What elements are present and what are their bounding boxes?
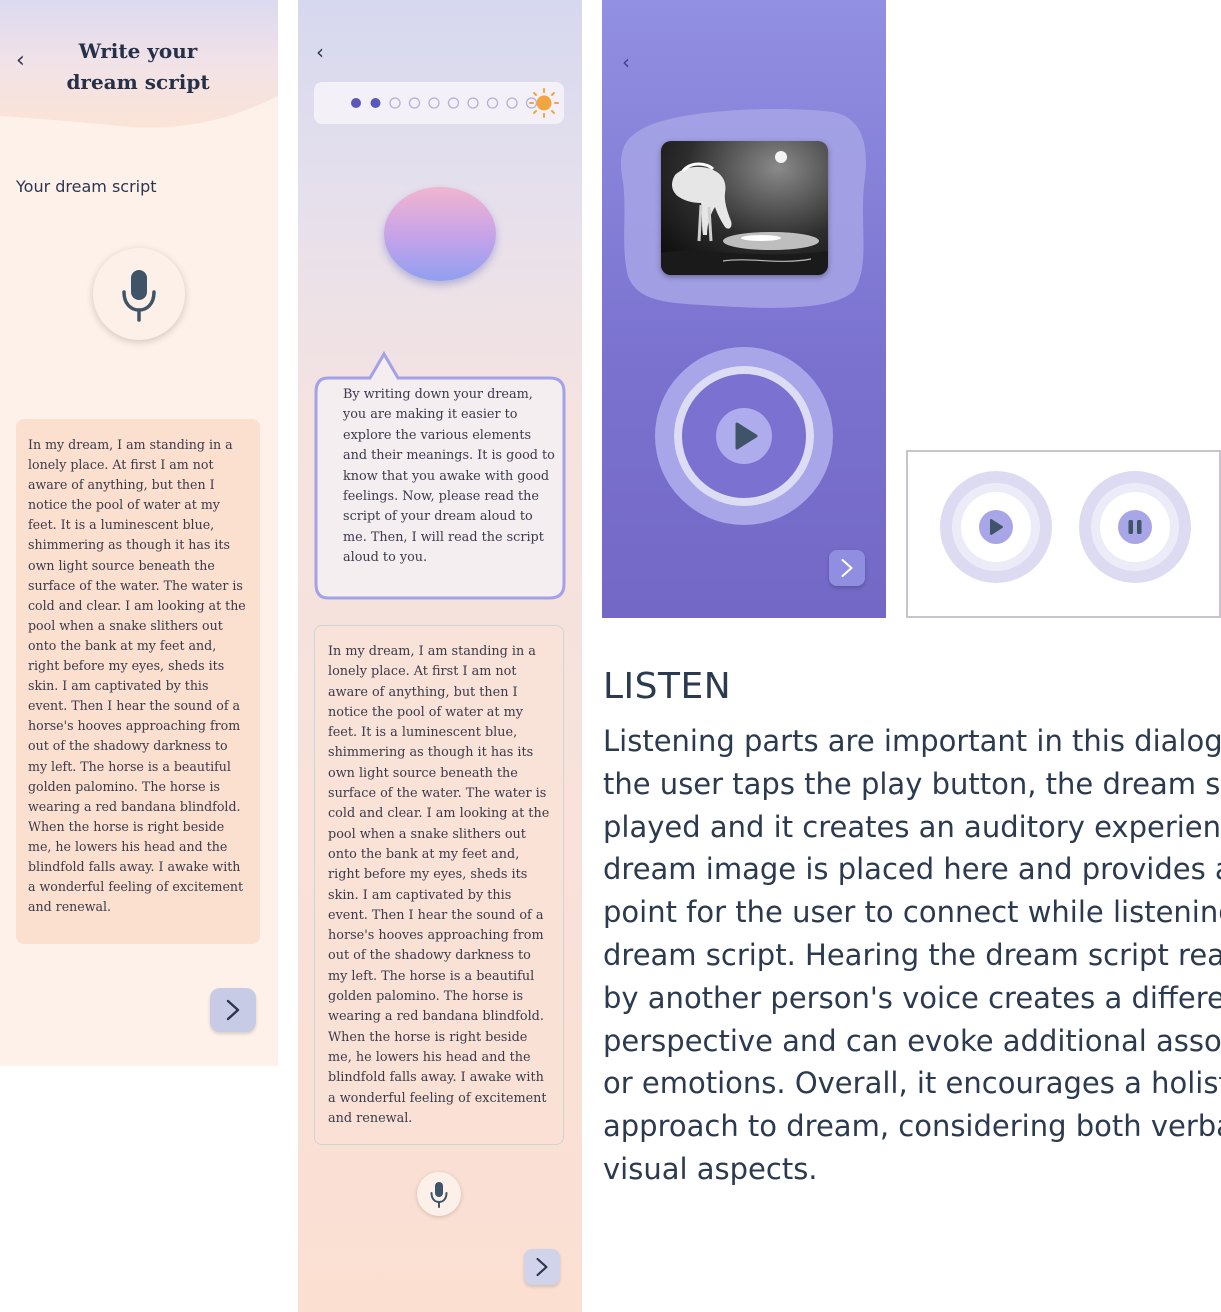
next-button[interactable] [210,988,256,1032]
progress-bar [314,82,564,124]
pause-state-button[interactable] [1078,470,1192,584]
progress-dot-empty [428,97,440,109]
progress-dot-filled [370,98,381,108]
read-aloud-screen: ‹ By writing down your dream, you are ma… [298,0,582,1312]
progress-dot-empty [408,97,421,109]
page-title: Write your dream script [66,39,210,94]
write-script-screen: ‹ Write your dream script Your dream scr… [0,0,278,1066]
next-button[interactable] [524,1249,560,1285]
sun-icon [529,88,559,118]
dream-script-text: In my dream, I am standing in a lonely p… [314,625,564,1145]
description-line: Listening parts are important in this di… [603,724,1221,758]
back-button[interactable]: ‹ [622,50,630,74]
chevron-right-icon [226,999,240,1021]
assistant-orb [384,187,496,281]
microphone-icon [122,270,156,322]
listen-screen: ‹ [602,0,886,618]
chevron-right-icon [841,558,853,578]
section-description: Listening parts are important in this di… [603,720,1221,1191]
section-label: Your dream script [16,177,157,196]
description-line: by another person's voice creates a diff… [603,980,1221,1015]
description-line: visual aspects. [603,1151,818,1186]
dream-script-text[interactable]: In my dream, I am standing in a lonely p… [16,419,260,944]
record-button[interactable] [93,248,185,340]
record-button[interactable] [417,1172,461,1216]
description-line: dream image is placed here and provides … [603,852,1221,887]
section-heading: LISTEN [603,666,732,707]
progress-dot-empty [506,97,518,109]
play-button[interactable] [654,346,834,526]
assistant-message: By writing down your dream, you are maki… [343,387,555,566]
progress-dot-empty [467,97,479,109]
description-line: approach to dream, considering both verb… [603,1109,1221,1144]
progress-dot-empty [486,97,499,109]
play-state-button[interactable] [939,470,1053,584]
progress-dot-filled [351,98,361,108]
progress-dot-empty [447,97,460,109]
description-line: or emotions. Overall, it encourages a ho… [603,1066,1221,1101]
button-states-panel [906,450,1221,618]
back-button[interactable]: ‹ [16,48,25,73]
moon-icon [328,90,346,115]
next-button[interactable] [829,550,865,586]
description-line: point for the user to connect while list… [603,895,1221,930]
progress-dot-empty [389,97,401,109]
microphone-icon [430,1182,448,1208]
description-line: dream script. Hearing the dream script r… [603,937,1221,972]
back-button[interactable]: ‹ [316,40,324,64]
chevron-right-icon [536,1257,548,1277]
description-line: perspective and can evoke additional ass… [603,1023,1221,1058]
dream-horse-moon-image [661,141,828,275]
description-line: played and it creates an auditory experi… [603,809,1221,844]
description-line: the user taps the play button, the dream… [603,766,1221,801]
